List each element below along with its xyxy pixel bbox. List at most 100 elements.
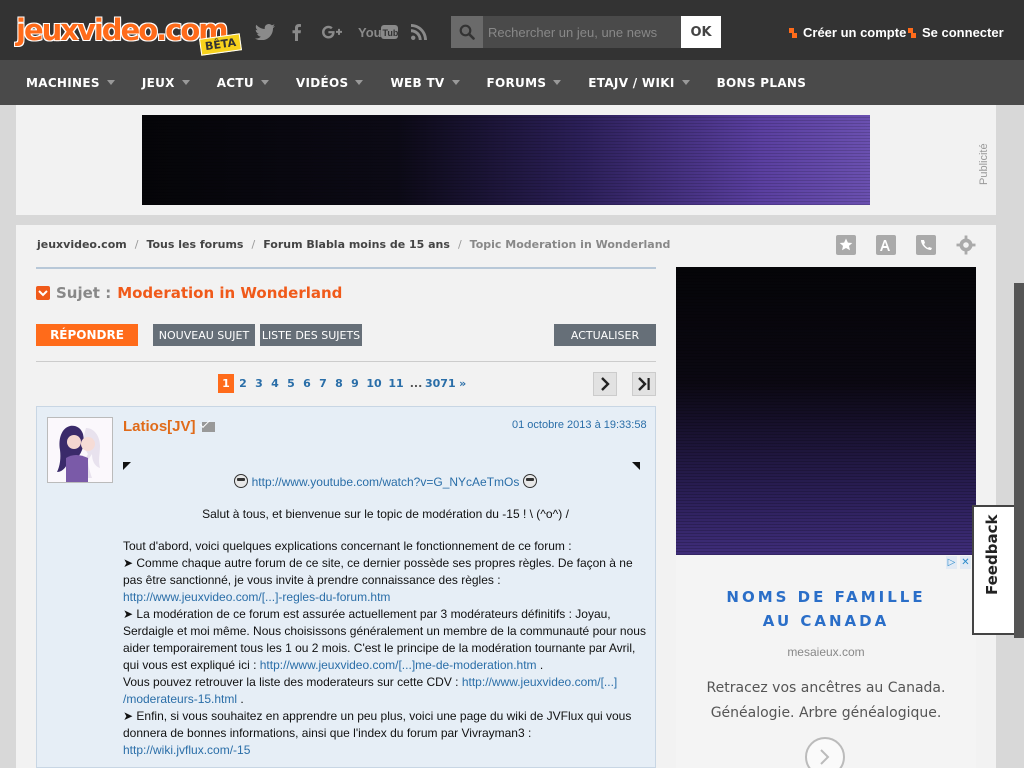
- twitter-icon[interactable]: [254, 20, 276, 44]
- post-date[interactable]: 01 octobre 2013 à 19:33:58: [512, 419, 647, 431]
- caret-down-icon: [553, 80, 562, 85]
- avatar[interactable]: [47, 417, 113, 483]
- mail-icon[interactable]: [201, 421, 215, 432]
- page-link[interactable]: 2: [235, 374, 251, 393]
- smiley-icon: [522, 474, 537, 488]
- font-size-icon[interactable]: [876, 235, 896, 255]
- ad-choices[interactable]: ▷ ✕: [946, 556, 971, 569]
- close-icon: ✕: [960, 556, 971, 569]
- nav-label: FORUMS: [486, 75, 547, 90]
- nav-label: ETAJV / WIKI: [588, 75, 675, 90]
- nav-machines[interactable]: MACHINES: [26, 76, 115, 90]
- ad-label: Publicité: [978, 143, 990, 185]
- side-strip: [1014, 283, 1024, 638]
- youtube-link[interactable]: http://www.youtube.com/watch?v=G_NYcAeTm…: [252, 475, 520, 489]
- post-author[interactable]: Latios[JV]: [123, 418, 215, 435]
- facebook-icon[interactable]: [290, 20, 302, 44]
- cdv-link[interactable]: http://www.jeuxvideo.com/[...]: [462, 675, 617, 689]
- search-icon[interactable]: [451, 16, 483, 48]
- topic-list-button[interactable]: LISTE DES SUJETS: [260, 324, 362, 346]
- moderation-icon[interactable]: [916, 235, 936, 255]
- top-bar: jeuxvideo.com BÊTA You Tube OK: [0, 0, 1024, 60]
- spoiler-corner-left: [123, 462, 131, 470]
- page-link-last[interactable]: 3071: [425, 374, 456, 393]
- feedback-label: Feedback: [983, 514, 1001, 595]
- page-link[interactable]: 8: [331, 374, 347, 393]
- nav-jeux[interactable]: JEUX: [142, 76, 190, 90]
- page-link[interactable]: 5: [283, 374, 299, 393]
- post-wiki-paragraph: ➤ Enfin, si vous souhaitez en apprendre …: [123, 708, 648, 742]
- search-input[interactable]: [483, 16, 681, 48]
- new-topic-button[interactable]: NOUVEAU SUJET: [153, 324, 255, 346]
- next-page-button[interactable]: [593, 372, 617, 396]
- breadcrumb-all-forums[interactable]: Tous les forums: [146, 238, 243, 251]
- cdv-text: Vous pouvez retrouver la liste des moder…: [123, 675, 459, 689]
- author-name: Latios[JV]: [123, 418, 196, 435]
- moderation-end: .: [539, 658, 544, 672]
- reply-button[interactable]: RÉPONDRE: [36, 324, 138, 346]
- main-nav: MACHINES JEUX ACTU VIDÉOS WEB TV FORUMS …: [0, 60, 1024, 105]
- favorite-star-icon[interactable]: [836, 235, 856, 255]
- search-button[interactable]: OK: [681, 16, 721, 48]
- page-link[interactable]: 9: [347, 374, 363, 393]
- spoiler-corner-right: [632, 462, 640, 470]
- moderation-link[interactable]: http://www.jeuxvideo.com/[...]me-de-mode…: [260, 658, 537, 672]
- refresh-button[interactable]: ACTUALISER: [554, 324, 656, 346]
- pagination: 1 2 3 4 5 6 7 8 9 10 11 ... 3071 »: [218, 374, 470, 393]
- chevron-down-icon[interactable]: [36, 286, 50, 300]
- topic-tools: [836, 235, 976, 255]
- page-link[interactable]: 6: [299, 374, 315, 393]
- wiki-link[interactable]: http://wiki.jvflux.com/-15: [123, 743, 250, 757]
- youtube-icon-you: You: [358, 25, 382, 40]
- caret-down-icon: [681, 80, 690, 85]
- login-label: Se connecter: [922, 25, 1004, 40]
- nav-label: JEUX: [141, 75, 175, 90]
- caret-down-icon: [181, 80, 190, 85]
- cdv-link-continued[interactable]: /moderateurs-15.html: [123, 692, 237, 706]
- nav-web-tv[interactable]: WEB TV: [390, 76, 460, 90]
- settings-gear-icon[interactable]: [956, 235, 976, 255]
- page-link-more[interactable]: »: [456, 374, 470, 393]
- nav-label: VIDÉOS: [295, 75, 349, 90]
- page-link[interactable]: 4: [267, 374, 283, 393]
- page-ellipsis: ...: [409, 377, 423, 390]
- ad-headline-2: AU CANADA: [762, 612, 890, 630]
- last-page-button[interactable]: [632, 372, 656, 396]
- breadcrumb-forum[interactable]: Forum Blabla moins de 15 ans: [263, 238, 450, 251]
- nav-label: BONS PLANS: [716, 75, 807, 90]
- ad-headline: NOMS DE FAMILLE AU CANADA: [676, 585, 976, 633]
- youtube-icon-tube: Tube: [383, 28, 399, 38]
- subject-label: Sujet :: [56, 284, 112, 302]
- rules-link[interactable]: http://www.jeuxvideo.com/[...]-regles-du…: [123, 590, 390, 604]
- page-link[interactable]: 3: [251, 374, 267, 393]
- post-greeting: Salut à tous, et bienvenue sur le topic …: [202, 507, 569, 521]
- rss-icon[interactable]: [410, 20, 428, 44]
- post-cdv-paragraph: Vous pouvez retrouver la liste des moder…: [123, 674, 648, 691]
- wiki-text: ➤ Enfin, si vous souhaitez en apprendre …: [123, 709, 632, 740]
- nav-bons-plans[interactable]: BONS PLANS: [717, 76, 807, 90]
- youtube-icon[interactable]: You Tube: [358, 20, 398, 44]
- page-link[interactable]: 10: [363, 374, 385, 393]
- chevron-right-icon: [820, 749, 830, 765]
- nav-etajv-wiki[interactable]: ETAJV / WIKI: [588, 75, 690, 90]
- login-link[interactable]: Se connecter: [908, 25, 1004, 40]
- page-link[interactable]: 7: [315, 374, 331, 393]
- caret-down-icon: [106, 80, 115, 85]
- breadcrumb-home[interactable]: jeuxvideo.com: [37, 238, 127, 251]
- nav-label: ACTU: [216, 75, 254, 90]
- sidebar-ad-banner[interactable]: [676, 267, 976, 555]
- ad-banner[interactable]: [142, 115, 870, 205]
- caret-down-icon: [355, 80, 364, 85]
- ad-headline-1: NOMS DE FAMILLE: [726, 588, 926, 606]
- ad-choices-icon: ▷: [946, 556, 957, 569]
- nav-forums[interactable]: FORUMS: [487, 76, 562, 90]
- nav-actu[interactable]: ACTU: [217, 76, 269, 90]
- page-link[interactable]: 11: [385, 374, 407, 393]
- nav-label: MACHINES: [26, 75, 100, 90]
- ad-description: Retracez vos ancêtres au Canada. Généalo…: [676, 676, 976, 726]
- page-link-current[interactable]: 1: [218, 374, 234, 393]
- nav-videos[interactable]: VIDÉOS: [296, 76, 364, 90]
- logo-text: jeuxvideo.com: [16, 13, 229, 47]
- create-account-link[interactable]: Créer un compte: [789, 25, 906, 40]
- google-plus-icon[interactable]: [322, 20, 342, 44]
